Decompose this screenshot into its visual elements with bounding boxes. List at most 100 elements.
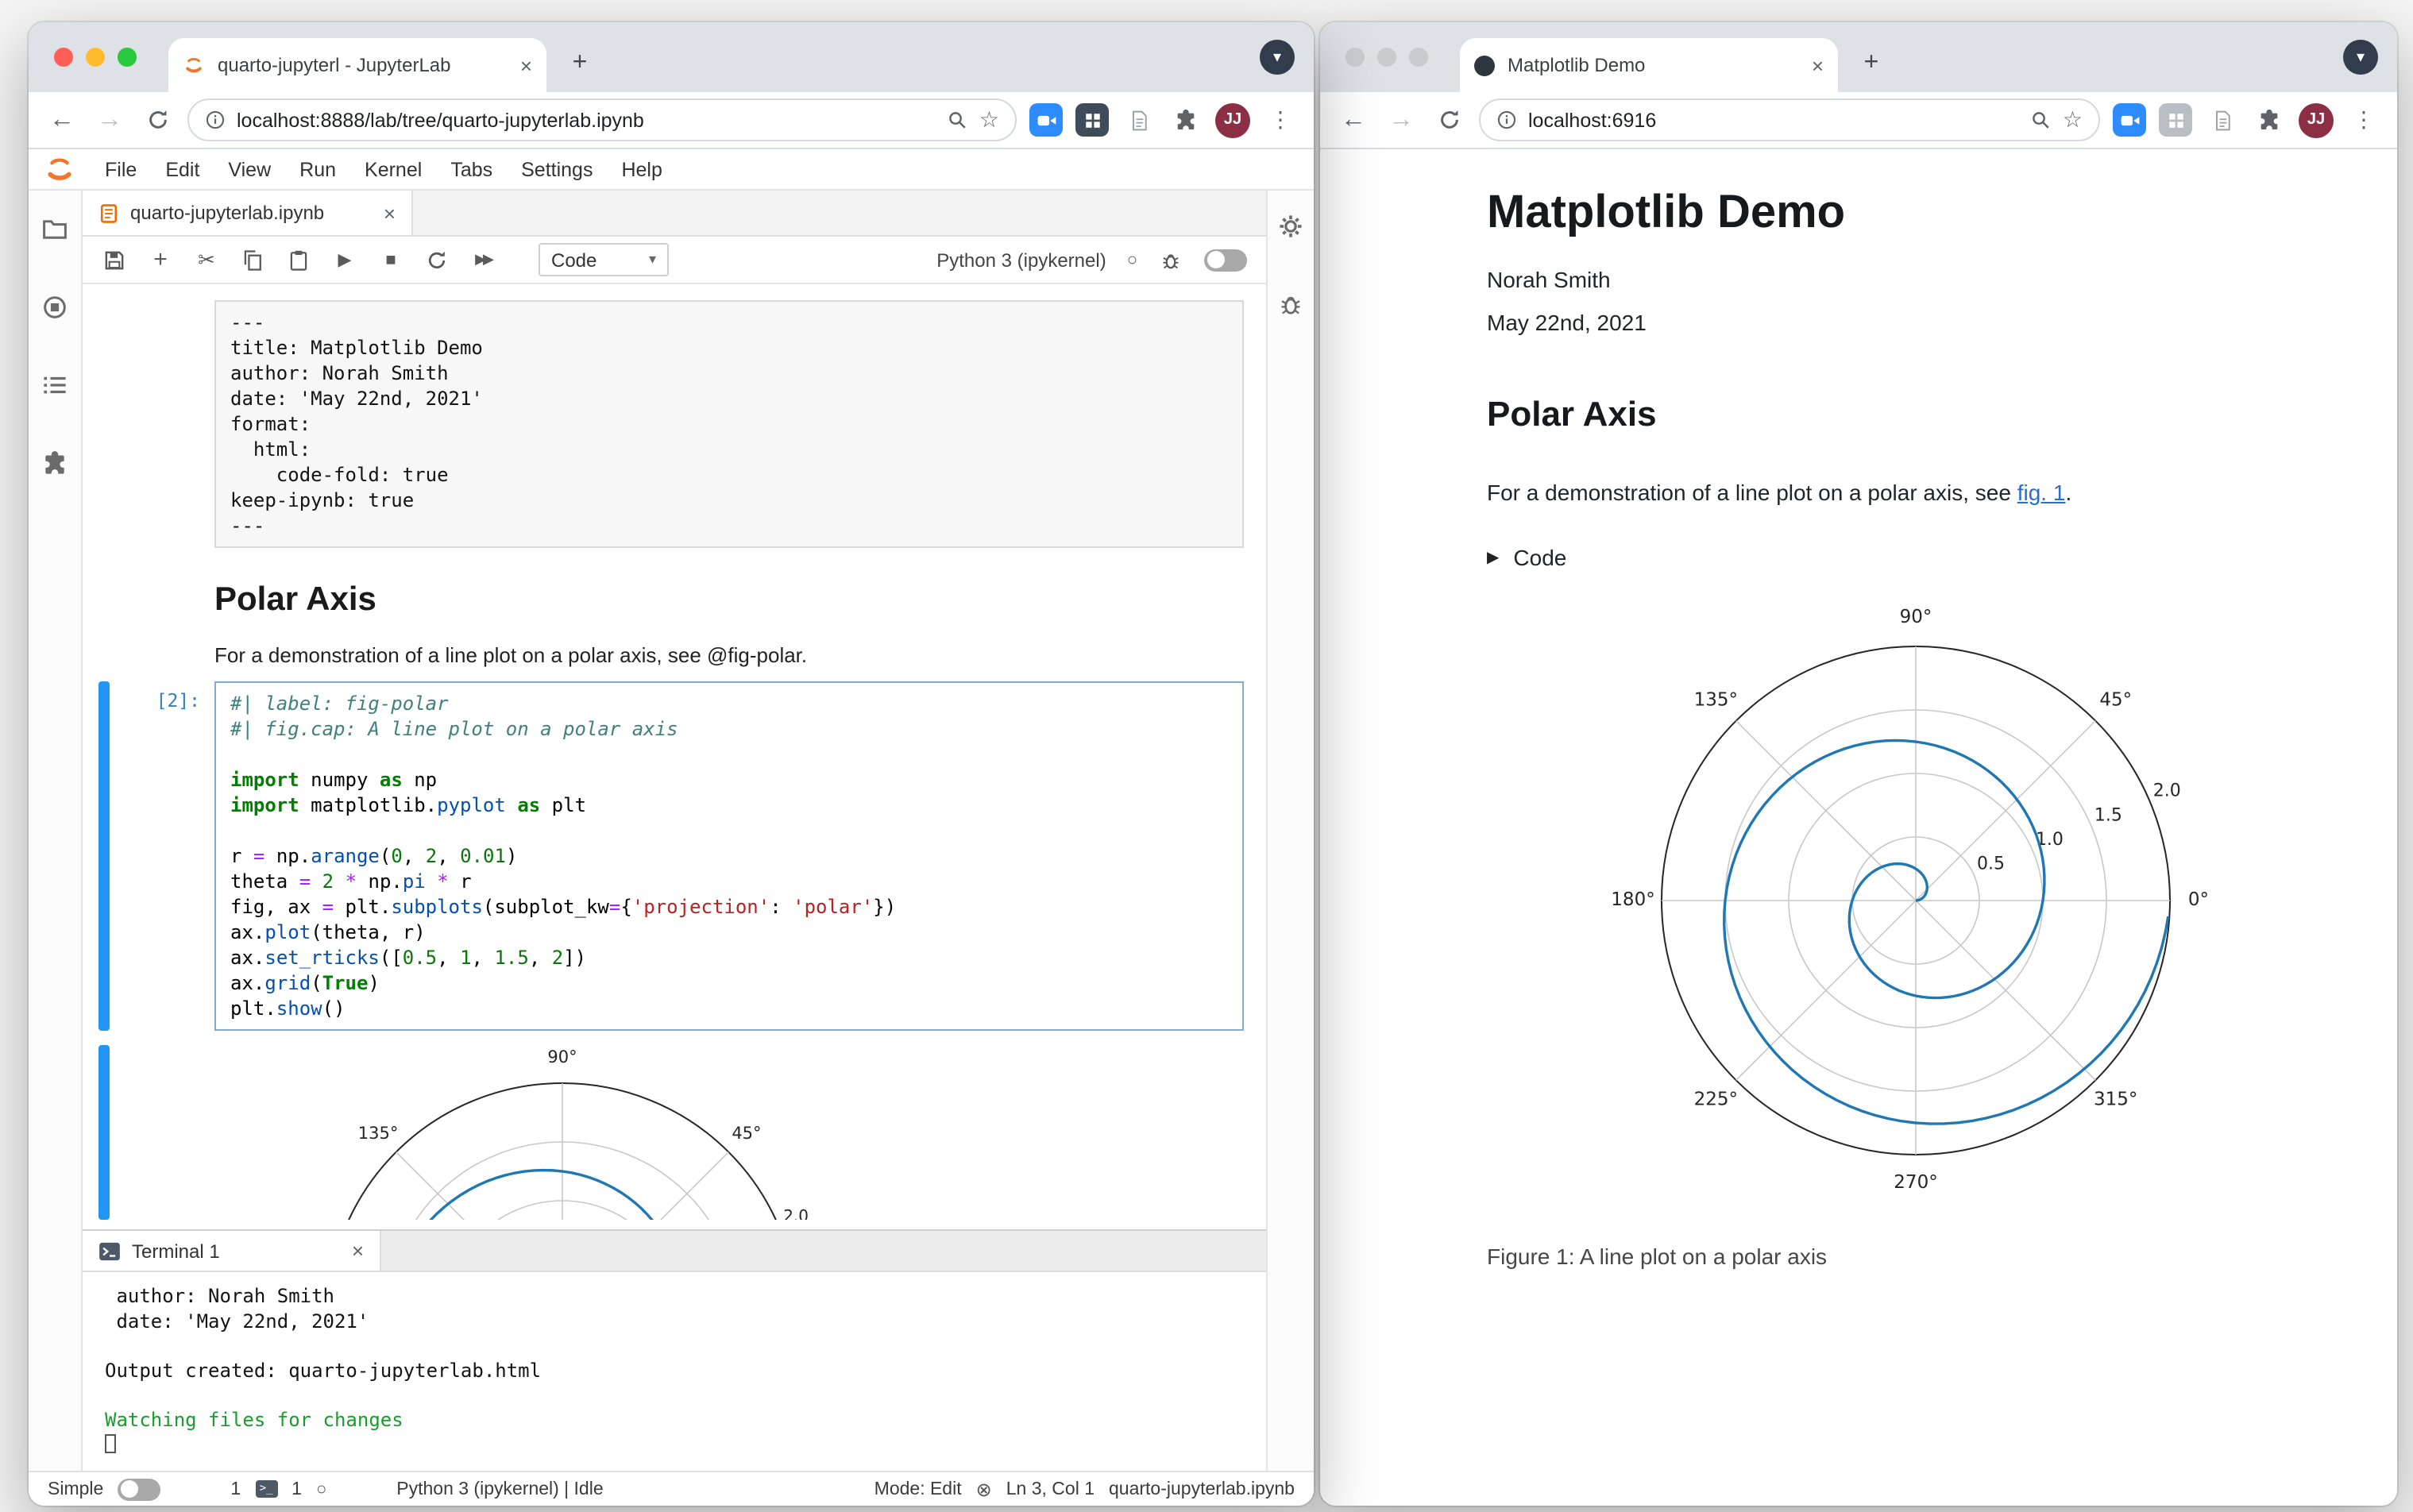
search-icon[interactable]	[948, 110, 968, 130]
menu-help[interactable]: Help	[607, 158, 676, 180]
code-cell[interactable]: [2]: #| label: fig-polar #| fig.cap: A li…	[83, 681, 1266, 1031]
menu-edit[interactable]: Edit	[151, 158, 214, 180]
raw-cell[interactable]: --- title: Matplotlib Demo author: Norah S…	[83, 300, 1266, 548]
reload-button[interactable]	[1431, 101, 1466, 139]
menu-view[interactable]: View	[214, 158, 285, 180]
zoom-extension-icon[interactable]	[1029, 103, 1063, 137]
restart-kernel-icon[interactable]	[424, 247, 450, 272]
docs-extension-icon[interactable]	[2205, 103, 2238, 137]
tab-search-button[interactable]: ▾	[2343, 40, 2378, 75]
terminal-count[interactable]: 1	[230, 1479, 241, 1498]
browser-menu-icon[interactable]: ⋮	[2346, 101, 2381, 139]
cell-collapser[interactable]	[98, 681, 110, 1031]
url-text[interactable]: localhost:8888/lab/tree/quarto-jupyterla…	[237, 109, 936, 131]
debugger-sidebar-bug-icon[interactable]	[1277, 291, 1304, 318]
code-line[interactable]	[230, 818, 1228, 843]
reload-button[interactable]	[140, 101, 175, 139]
menu-file[interactable]: File	[91, 158, 151, 180]
address-bar[interactable]: localhost:6916 ☆	[1479, 98, 2100, 141]
running-sessions-icon[interactable]	[41, 294, 68, 321]
code-line[interactable]: ax.set_rticks([0.5, 1, 1.5, 2])	[230, 945, 1228, 970]
site-info-icon[interactable]	[205, 110, 226, 130]
table-of-contents-icon[interactable]	[41, 372, 68, 399]
interrupt-kernel-icon[interactable]: ■	[378, 247, 403, 272]
figure-link[interactable]: fig. 1	[2017, 480, 2066, 505]
close-tab-icon[interactable]: ×	[1812, 55, 1824, 75]
file-browser-icon[interactable]	[41, 216, 68, 243]
add-cell-icon[interactable]: +	[148, 246, 173, 273]
code-line[interactable]: ax.grid(True)	[230, 970, 1228, 996]
property-inspector-gear-icon[interactable]	[1277, 213, 1304, 240]
code-line[interactable]: import matplotlib.pyplot as plt	[230, 793, 1228, 818]
debugger-bug-icon[interactable]	[1158, 247, 1183, 272]
menu-settings[interactable]: Settings	[507, 158, 607, 180]
terminal-output[interactable]: author: Norah Smith date: 'May 22nd, 202…	[83, 1272, 1266, 1471]
browser-tab-preview[interactable]: Matplotlib Demo ×	[1460, 38, 1838, 92]
new-tab-button[interactable]: +	[562, 46, 597, 81]
code-line[interactable]: ax.plot(theta, r)	[230, 920, 1228, 945]
code-line[interactable]	[230, 742, 1228, 767]
url-text[interactable]: localhost:6916	[1528, 109, 2020, 131]
close-window-button[interactable]	[1345, 48, 1365, 67]
kernel-count[interactable]: 1	[291, 1479, 302, 1498]
copy-cells-icon[interactable]	[240, 247, 265, 272]
grid-extension-icon[interactable]	[2159, 103, 2192, 137]
save-icon[interactable]	[102, 247, 127, 272]
cell-type-dropdown[interactable]: Code ▾	[539, 243, 669, 276]
toolbar-toggle[interactable]	[1204, 249, 1247, 271]
address-bar[interactable]: localhost:8888/lab/tree/quarto-jupyterla…	[187, 98, 1017, 141]
paste-cells-icon[interactable]	[286, 247, 311, 272]
restart-run-all-icon[interactable]: ▶▶	[470, 247, 496, 272]
docs-extension-icon[interactable]	[1122, 103, 1155, 137]
browser-menu-icon[interactable]: ⋮	[1263, 101, 1298, 139]
code-line[interactable]: theta = 2 * np.pi * r	[230, 869, 1228, 894]
extensions-puzzle-icon[interactable]	[2251, 101, 2286, 139]
code-line[interactable]: #| fig.cap: A line plot on a polar axis	[230, 716, 1228, 742]
close-notebook-tab-icon[interactable]: ×	[384, 202, 396, 223]
bookmark-star-icon[interactable]: ☆	[979, 106, 999, 133]
zoom-extension-icon[interactable]	[2113, 103, 2146, 137]
bookmark-star-icon[interactable]: ☆	[2063, 106, 2083, 133]
code-line[interactable]: plt.show()	[230, 996, 1228, 1021]
close-tab-icon[interactable]: ×	[520, 55, 532, 75]
code-fold-toggle[interactable]: ▶ Code	[1487, 545, 1630, 570]
terminal-tab[interactable]: Terminal 1 ×	[83, 1231, 381, 1271]
minimize-window-button[interactable]	[86, 48, 105, 67]
forward-button[interactable]: →	[1384, 101, 1419, 139]
simple-mode-toggle[interactable]	[118, 1478, 161, 1500]
close-window-button[interactable]	[54, 48, 73, 67]
menu-run[interactable]: Run	[285, 158, 350, 180]
site-info-icon[interactable]	[1496, 110, 1517, 130]
back-button[interactable]: ←	[1336, 101, 1371, 139]
minimize-window-button[interactable]	[1377, 48, 1396, 67]
profile-avatar[interactable]: JJ	[1215, 102, 1250, 137]
code-line[interactable]: r = np.arange(0, 2, 0.01)	[230, 843, 1228, 869]
code-line[interactable]: #| label: fig-polar	[230, 691, 1228, 716]
fullscreen-window-button[interactable]	[118, 48, 137, 67]
notification-icon[interactable]: ⊗	[976, 1478, 992, 1500]
raw-cell-editor[interactable]: --- title: Matplotlib Demo author: Norah S…	[214, 300, 1244, 548]
notebook-tab[interactable]: quarto-jupyterlab.ipynb ×	[83, 191, 413, 235]
markdown-cell[interactable]: Polar Axis For a demonstration of a line…	[83, 562, 1266, 667]
extensions-puzzle-icon[interactable]	[1168, 101, 1203, 139]
close-terminal-tab-icon[interactable]: ×	[352, 1240, 364, 1261]
browser-tab-jupyterlab[interactable]: quarto-jupyterl - JupyterLab ×	[168, 38, 546, 92]
cell-collapser[interactable]	[98, 300, 110, 548]
menu-tabs[interactable]: Tabs	[436, 158, 507, 180]
cell-collapser[interactable]	[98, 562, 110, 667]
tab-search-button[interactable]: ▾	[1260, 40, 1295, 75]
extension-manager-icon[interactable]	[41, 449, 68, 476]
profile-avatar[interactable]: JJ	[2299, 102, 2334, 137]
code-line[interactable]: import numpy as np	[230, 767, 1228, 793]
cut-cells-icon[interactable]: ✂	[194, 247, 219, 272]
notebook-scroll-area[interactable]: --- title: Matplotlib Demo author: Norah S…	[83, 284, 1266, 1229]
run-cell-icon[interactable]: ▶	[332, 247, 357, 272]
kernel-state[interactable]: Python 3 (ipykernel) | Idle	[396, 1479, 603, 1498]
search-icon[interactable]	[2031, 110, 2052, 130]
cursor-position[interactable]: Ln 3, Col 1	[1006, 1479, 1095, 1498]
forward-button[interactable]: →	[92, 101, 127, 139]
back-button[interactable]: ←	[44, 101, 79, 139]
code-editor[interactable]: #| label: fig-polar #| fig.cap: A line pl…	[214, 681, 1244, 1031]
menu-kernel[interactable]: Kernel	[350, 158, 436, 180]
kernel-name-button[interactable]: Python 3 (ipykernel)	[936, 249, 1106, 271]
